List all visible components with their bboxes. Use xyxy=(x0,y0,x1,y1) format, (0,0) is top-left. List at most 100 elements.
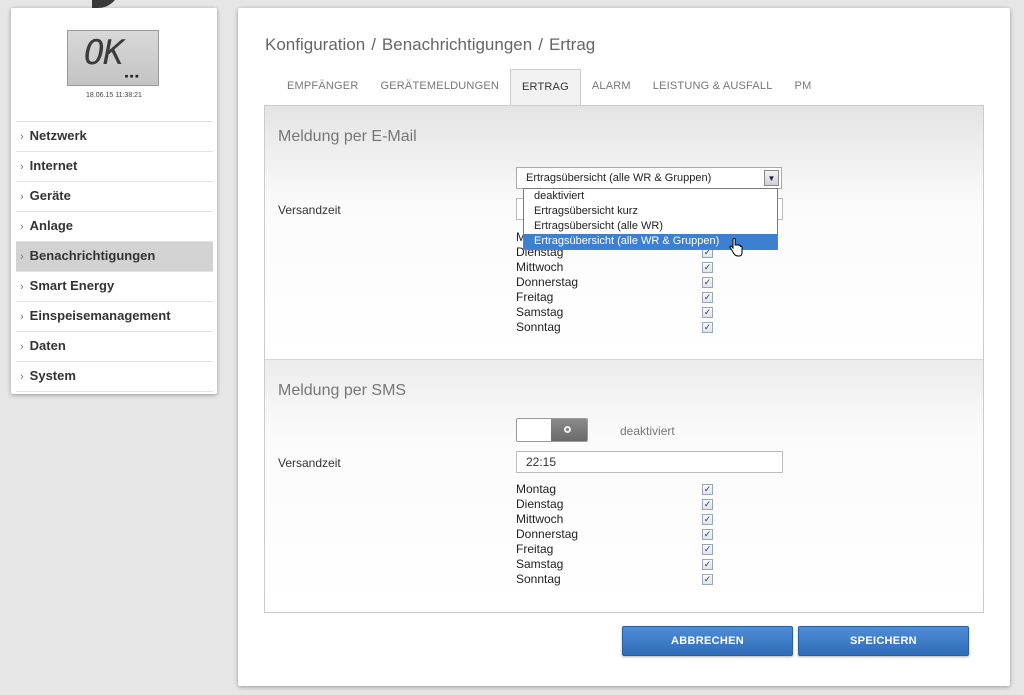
dropdown-option-alle-wr[interactable]: Ertragsübersicht (alle WR) xyxy=(524,219,777,234)
sidebar-item-internet[interactable]: › Internet xyxy=(16,152,213,182)
sidebar-item-label: Smart Energy xyxy=(29,278,115,293)
day-checkbox[interactable]: ✓ xyxy=(702,484,713,495)
chevron-right-icon: › xyxy=(20,131,24,143)
sidebar-item-geraete[interactable]: › Geräte xyxy=(16,182,213,212)
main-panel: Konfiguration / Benachrichtigungen / Ertrag … xyxy=(238,8,1010,686)
sidebar-item-label: Benachrichtigungen xyxy=(29,248,156,263)
save-button[interactable]: SPEICHERN xyxy=(798,626,969,656)
email-day-row: Freitag ✓ xyxy=(516,290,716,305)
tab-empfaenger[interactable]: EMPFÄNGER xyxy=(276,69,369,105)
day-checkbox[interactable]: ✓ xyxy=(702,514,713,525)
dropdown-option-deaktiviert[interactable]: deaktiviert xyxy=(524,189,777,204)
chevron-right-icon: › xyxy=(20,221,24,233)
day-label: Sonntag xyxy=(516,572,561,586)
email-day-row: Samstag ✓ xyxy=(516,305,716,320)
sidebar: OK ▪▪▪ 18.06.15 11:38:21 › Netzwerk › Inte… xyxy=(11,8,217,394)
day-label: Donnerstag xyxy=(516,527,579,541)
sidebar-item-label: Geräte xyxy=(29,188,71,203)
sidebar-item-label: System xyxy=(29,368,76,383)
chevron-right-icon: › xyxy=(20,191,24,203)
tab-bar: EMPFÄNGER GERÄTEMELDUNGEN ERTRAG ALARM L… xyxy=(276,69,822,106)
day-checkbox[interactable]: ✓ xyxy=(702,529,713,540)
day-checkbox[interactable]: ✓ xyxy=(702,307,713,318)
email-send-time-label: Versandzeit xyxy=(278,203,341,217)
day-label: Donnerstag xyxy=(516,275,579,289)
chevron-right-icon: › xyxy=(20,251,24,263)
tab-geraetemeldungen[interactable]: GERÄTEMELDUNGEN xyxy=(369,69,510,105)
day-checkbox[interactable]: ✓ xyxy=(702,322,713,333)
chevron-right-icon: › xyxy=(20,281,24,293)
sidebar-item-label: Netzwerk xyxy=(29,128,87,143)
sms-toggle[interactable] xyxy=(516,418,588,442)
cancel-button[interactable]: ABBRECHEN xyxy=(622,626,793,656)
sidebar-item-label: Daten xyxy=(29,338,66,353)
display-indicator: ▪▪▪ xyxy=(124,72,140,80)
day-label: Freitag xyxy=(516,290,554,304)
day-label: Mittwoch xyxy=(516,512,564,526)
chevron-right-icon: › xyxy=(20,371,24,383)
sidebar-item-daten[interactable]: › Daten xyxy=(16,332,213,362)
day-checkbox[interactable]: ✓ xyxy=(702,574,713,585)
sidebar-item-label: Internet xyxy=(29,158,78,173)
sms-day-row: Samstag ✓ xyxy=(516,557,716,572)
sms-send-time-label: Versandzeit xyxy=(278,456,341,470)
day-label: Freitag xyxy=(516,542,554,556)
chevron-right-icon: › xyxy=(20,341,24,353)
email-report-select-value: Ertragsübersicht (alle WR & Gruppen) xyxy=(526,172,712,184)
sidebar-nav: › Netzwerk › Internet › Geräte › Anlage › Ben… xyxy=(16,121,213,392)
breadcrumb: Konfiguration / Benachrichtigungen / Ertrag xyxy=(265,35,595,55)
sidebar-item-smart-energy[interactable]: › Smart Energy xyxy=(16,272,213,302)
day-label: Samstag xyxy=(516,557,564,571)
display-status-text: OK xyxy=(84,33,124,73)
dropdown-option-kurz[interactable]: Ertragsübersicht kurz xyxy=(524,204,777,219)
dropdown-arrow-icon[interactable]: ▼ xyxy=(764,170,779,186)
chevron-right-icon: › xyxy=(20,311,24,323)
sidebar-item-benachrichtigungen[interactable]: › Benachrichtigungen xyxy=(16,242,213,272)
day-label: Mittwoch xyxy=(516,260,564,274)
breadcrumb-ertrag: Ertrag xyxy=(548,35,596,54)
sidebar-item-einspeisemanagement[interactable]: › Einspeisemanagement xyxy=(16,302,213,332)
email-section: Meldung per E-Mail Versandzeit Ertragsüb… xyxy=(265,106,983,360)
sidebar-item-anlage[interactable]: › Anlage xyxy=(16,212,213,242)
breadcrumb-konfiguration[interactable]: Konfiguration xyxy=(265,35,365,54)
sidebar-item-label: Anlage xyxy=(29,218,74,233)
email-day-row: Donnerstag ✓ xyxy=(516,275,716,290)
sidebar-item-system[interactable]: › System xyxy=(16,362,213,392)
sms-send-time-input[interactable]: 22:15 xyxy=(516,451,783,473)
breadcrumb-benachrichtigungen[interactable]: Benachrichtigungen xyxy=(382,35,532,54)
breadcrumb-separator: / xyxy=(538,35,543,54)
sms-day-row: Montag ✓ xyxy=(516,482,716,497)
email-day-row: Sonntag ✓ xyxy=(516,320,716,335)
day-checkbox[interactable]: ✓ xyxy=(702,262,713,273)
sidebar-item-label: Einspeisemanagement xyxy=(29,308,171,323)
sms-days-list: Montag ✓ Dienstag ✓ Mittwoch ✓ Donnerstag ✓ … xyxy=(516,482,716,587)
sms-section-title: Meldung per SMS xyxy=(278,382,407,399)
sms-toggle-state: deaktiviert xyxy=(620,424,675,438)
tab-content: Meldung per E-Mail Versandzeit Ertragsüb… xyxy=(264,105,984,613)
email-report-select[interactable]: Ertragsübersicht (alle WR & Gruppen) ▼ xyxy=(516,167,782,189)
tab-pm[interactable]: PM xyxy=(784,69,823,105)
device-display: OK ▪▪▪ xyxy=(67,30,159,86)
day-checkbox[interactable]: ✓ xyxy=(702,277,713,288)
day-checkbox[interactable]: ✓ xyxy=(702,499,713,510)
sms-day-row: Donnerstag ✓ xyxy=(516,527,716,542)
toggle-knob xyxy=(551,419,587,441)
day-checkbox[interactable]: ✓ xyxy=(702,559,713,570)
day-label: Dienstag xyxy=(516,497,564,511)
tab-leistung-ausfall[interactable]: LEISTUNG & AUSFALL xyxy=(642,69,784,105)
tab-alarm[interactable]: ALARM xyxy=(581,69,642,105)
tab-ertrag[interactable]: ERTRAG xyxy=(510,69,581,106)
decorative-arc xyxy=(92,0,120,8)
sms-day-row: Sonntag ✓ xyxy=(516,572,716,587)
sms-section: Meldung per SMS deaktiviert Versandzeit … xyxy=(265,360,983,612)
device-timestamp: 18.06.15 11:38:21 xyxy=(86,92,142,99)
day-checkbox[interactable]: ✓ xyxy=(702,292,713,303)
breadcrumb-separator: / xyxy=(371,35,376,54)
email-day-row: Mittwoch ✓ xyxy=(516,260,716,275)
email-section-title: Meldung per E-Mail xyxy=(278,128,417,145)
hand-cursor-icon xyxy=(729,238,743,257)
day-checkbox[interactable]: ✓ xyxy=(702,544,713,555)
chevron-right-icon: › xyxy=(20,161,24,173)
sms-day-row: Mittwoch ✓ xyxy=(516,512,716,527)
sidebar-item-netzwerk[interactable]: › Netzwerk xyxy=(16,122,213,152)
